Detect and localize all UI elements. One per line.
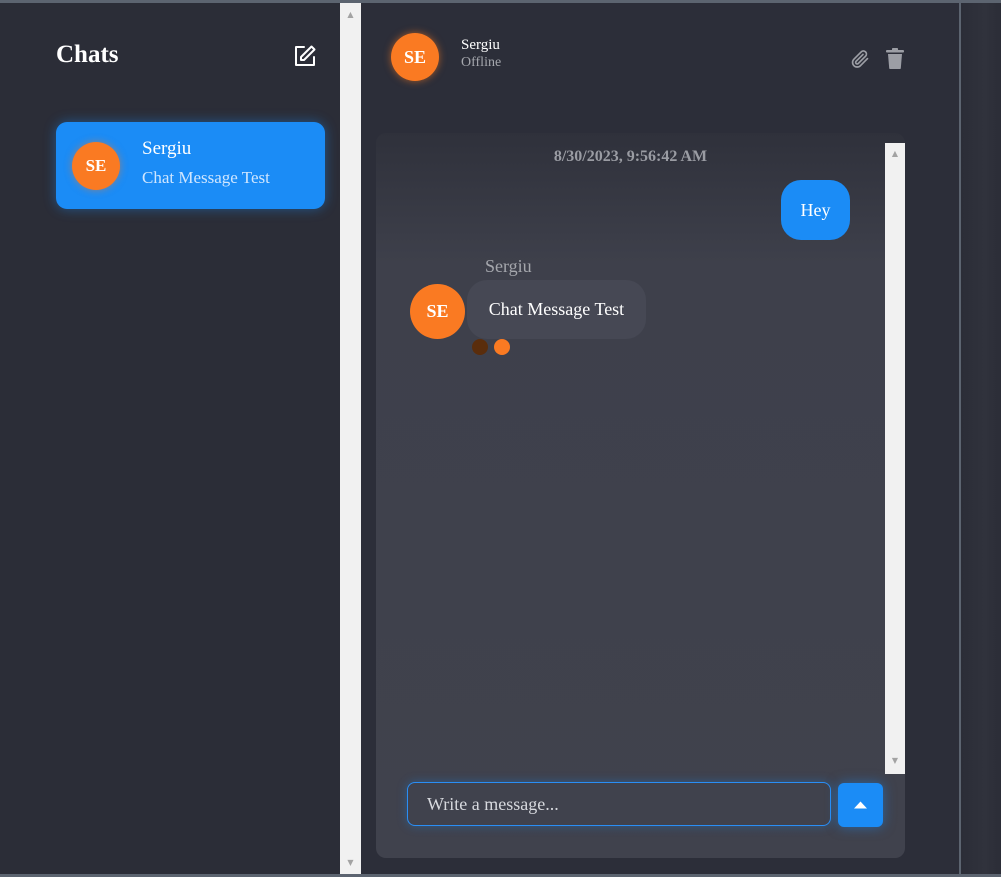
new-chat-button[interactable] (293, 44, 317, 68)
sender-avatar: SE (410, 284, 465, 339)
contact-status: Offline (461, 55, 502, 70)
header-avatar: SE (391, 33, 439, 81)
contact-name: Sergiu (461, 37, 500, 53)
messages-scrollbar[interactable]: ▲ ▼ (885, 143, 905, 774)
reaction-dot-dark[interactable] (472, 339, 488, 355)
trash-icon (886, 48, 904, 69)
scroll-down-arrow-icon[interactable]: ▼ (885, 756, 905, 766)
message-sender-name: Sergiu (485, 256, 532, 276)
chat-panel: 8/30/2023, 9:56:42 AM Hey Sergiu SE Chat… (376, 133, 905, 858)
paperclip-icon (851, 50, 869, 68)
scroll-down-arrow-icon[interactable]: ▼ (340, 858, 361, 868)
avatar: SE (72, 142, 120, 190)
chat-item-name: Sergiu (142, 138, 192, 159)
sidebar-scrollbar[interactable]: ▲ ▼ (340, 3, 361, 874)
conversation-pane: SE Sergiu Offline 8/30/2023, 9:56:42 AM … (361, 3, 959, 874)
delete-chat-button[interactable] (886, 48, 904, 69)
send-button[interactable] (838, 783, 883, 827)
scroll-up-arrow-icon[interactable]: ▲ (885, 149, 905, 159)
chat-item-preview: Chat Message Test (142, 168, 270, 187)
scroll-up-arrow-icon[interactable]: ▲ (340, 10, 361, 20)
attach-button[interactable] (850, 48, 870, 70)
incoming-message-bubble: Chat Message Test (467, 280, 646, 339)
message-timestamp: 8/30/2023, 9:56:42 AM (553, 148, 708, 165)
edit-icon (295, 45, 316, 66)
caret-up-icon (854, 801, 867, 809)
sidebar-title: Chats (56, 41, 119, 68)
right-edge-panel (961, 3, 1001, 874)
chats-sidebar: Chats SE Sergiu Chat Message Test (0, 3, 340, 874)
message-input[interactable] (407, 782, 831, 826)
reaction-dot-light[interactable] (494, 339, 510, 355)
messages-area: 8/30/2023, 9:56:42 AM Hey Sergiu SE Chat… (376, 133, 885, 774)
chat-list-item[interactable]: SE Sergiu Chat Message Test (56, 122, 325, 209)
outgoing-message-bubble: Hey (781, 180, 850, 240)
